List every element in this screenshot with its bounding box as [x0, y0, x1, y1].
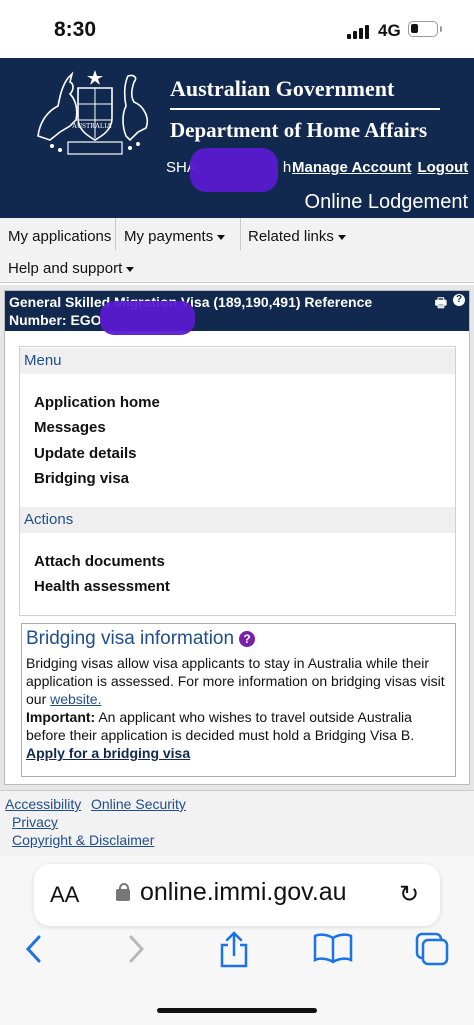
accessibility-link[interactable]: Accessibility [5, 796, 81, 812]
bridging-visa-description: Bridging visas allow visa applicants to … [26, 655, 445, 707]
bridging-visa-heading: Bridging visa information ? [26, 628, 451, 650]
redaction-mark [100, 301, 195, 335]
main-content: General Skilled Migration Visa (189,190,… [0, 285, 474, 790]
menu-application-home[interactable]: Application home [34, 394, 160, 411]
site-header: AUSTRALIA Australian Government Departme… [0, 58, 474, 218]
menu-update-details[interactable]: Update details [34, 445, 137, 462]
action-health-assessment[interactable]: Health assessment [34, 578, 170, 595]
text-size-button[interactable]: AA [50, 882, 79, 908]
tabs-icon[interactable] [412, 931, 452, 979]
signal-icon [347, 24, 371, 39]
manage-account-link[interactable]: Manage Account [292, 159, 411, 176]
menu-bridging-visa[interactable]: Bridging visa [34, 470, 129, 487]
help-icon[interactable]: ? [453, 294, 465, 306]
chevron-down-icon [126, 266, 135, 272]
lock-icon [116, 883, 130, 901]
menu-box: Menu Application home Messages Update de… [19, 346, 456, 616]
battery-tip [440, 26, 442, 32]
apply-bridging-visa-link[interactable]: Apply for a bridging visa [26, 745, 190, 761]
url-text[interactable]: online.immi.gov.au [140, 878, 347, 907]
share-icon[interactable] [214, 931, 254, 979]
application-title: General Skilled Migration Visa (189,190,… [5, 291, 469, 331]
portal-name: Online Lodgement [304, 191, 468, 213]
menu-messages[interactable]: Messages [34, 419, 106, 436]
panel-tools: 🖶 ? [435, 294, 465, 312]
main-nav: My applications My payments Related link… [0, 218, 474, 283]
site-footer: Accessibility Online Security Privacy Co… [0, 790, 474, 857]
chevron-down-icon [217, 234, 226, 240]
nav-my-payments[interactable]: My payments [124, 228, 226, 245]
reload-icon[interactable]: ↻ [399, 880, 419, 909]
nav-related-links[interactable]: Related links [248, 228, 346, 245]
forward-icon[interactable] [116, 931, 156, 979]
status-time: 8:30 [54, 18, 97, 41]
application-panel: General Skilled Migration Visa (189,190,… [4, 290, 470, 785]
coat-of-arms-logo [37, 70, 149, 155]
address-bar[interactable]: AA online.immi.gov.au ↻ [34, 864, 440, 926]
nav-help-support[interactable]: Help and support [8, 260, 135, 277]
nav-divider [240, 218, 241, 250]
home-indicator [157, 1008, 317, 1013]
nav-divider [115, 218, 116, 250]
logout-link[interactable]: Logout [417, 159, 468, 176]
menu-heading: Menu [20, 348, 455, 374]
online-security-link[interactable]: Online Security [91, 796, 186, 812]
copyright-disclaimer-link[interactable]: Copyright & Disclaimer [12, 832, 154, 848]
chevron-down-icon [337, 234, 346, 240]
important-notice: Important: An applicant who wishes to tr… [26, 709, 415, 743]
agency-name-line2: Department of Home Affairs [170, 118, 428, 142]
agency-name-line1: Australian Government [170, 76, 395, 101]
actions-heading: Actions [20, 507, 455, 533]
crest-ribbon-text: AUSTRALIA [72, 122, 112, 130]
privacy-link[interactable]: Privacy [12, 814, 58, 830]
action-attach-documents[interactable]: Attach documents [34, 553, 165, 570]
network-type: 4G [378, 21, 401, 40]
bridging-visa-info: Bridging visa information ? Bridging vis… [21, 623, 456, 777]
status-bar: 8:30 4G [0, 0, 474, 58]
browser-toolbar: AA online.immi.gov.au ↻ [0, 856, 474, 1025]
nav-my-applications[interactable]: My applications [8, 228, 111, 245]
back-icon[interactable] [14, 931, 54, 979]
help-icon[interactable]: ? [239, 631, 256, 647]
print-icon[interactable]: 🖶 [435, 294, 447, 312]
agency-divider [170, 108, 440, 110]
redaction-mark [190, 148, 278, 192]
bookmarks-icon[interactable] [313, 931, 353, 979]
website-link[interactable]: website. [50, 691, 101, 707]
battery-icon [408, 21, 438, 37]
